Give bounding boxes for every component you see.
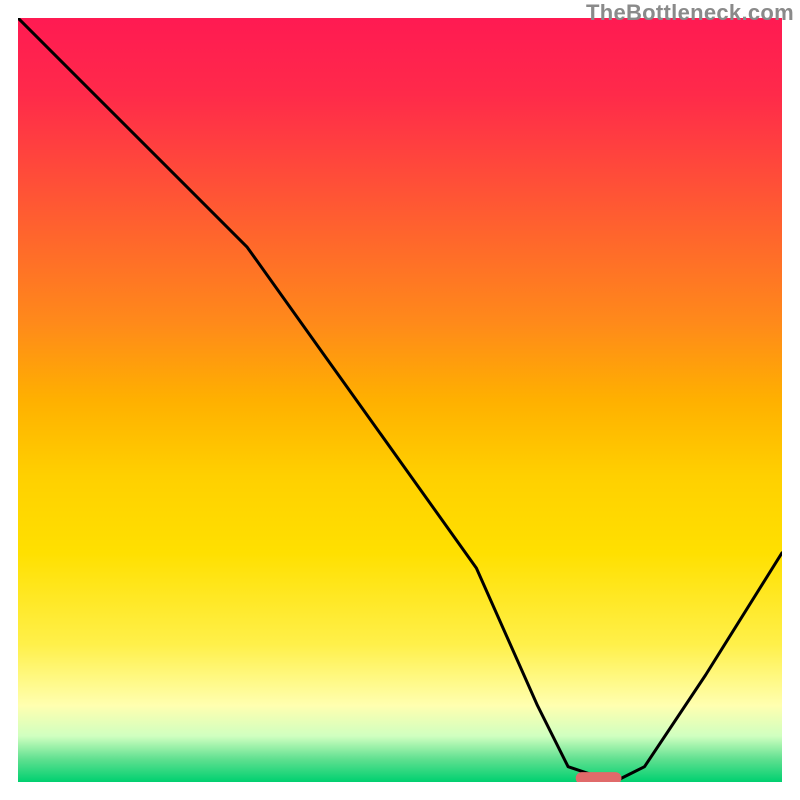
chart-overlay-svg [18, 18, 782, 782]
bottleneck-chart: TheBottleneck.com [0, 0, 800, 800]
bottleneck-curve-path [18, 18, 782, 782]
watermark-label: TheBottleneck.com [586, 0, 794, 26]
plot-area [18, 18, 782, 782]
optimal-marker [576, 772, 622, 782]
